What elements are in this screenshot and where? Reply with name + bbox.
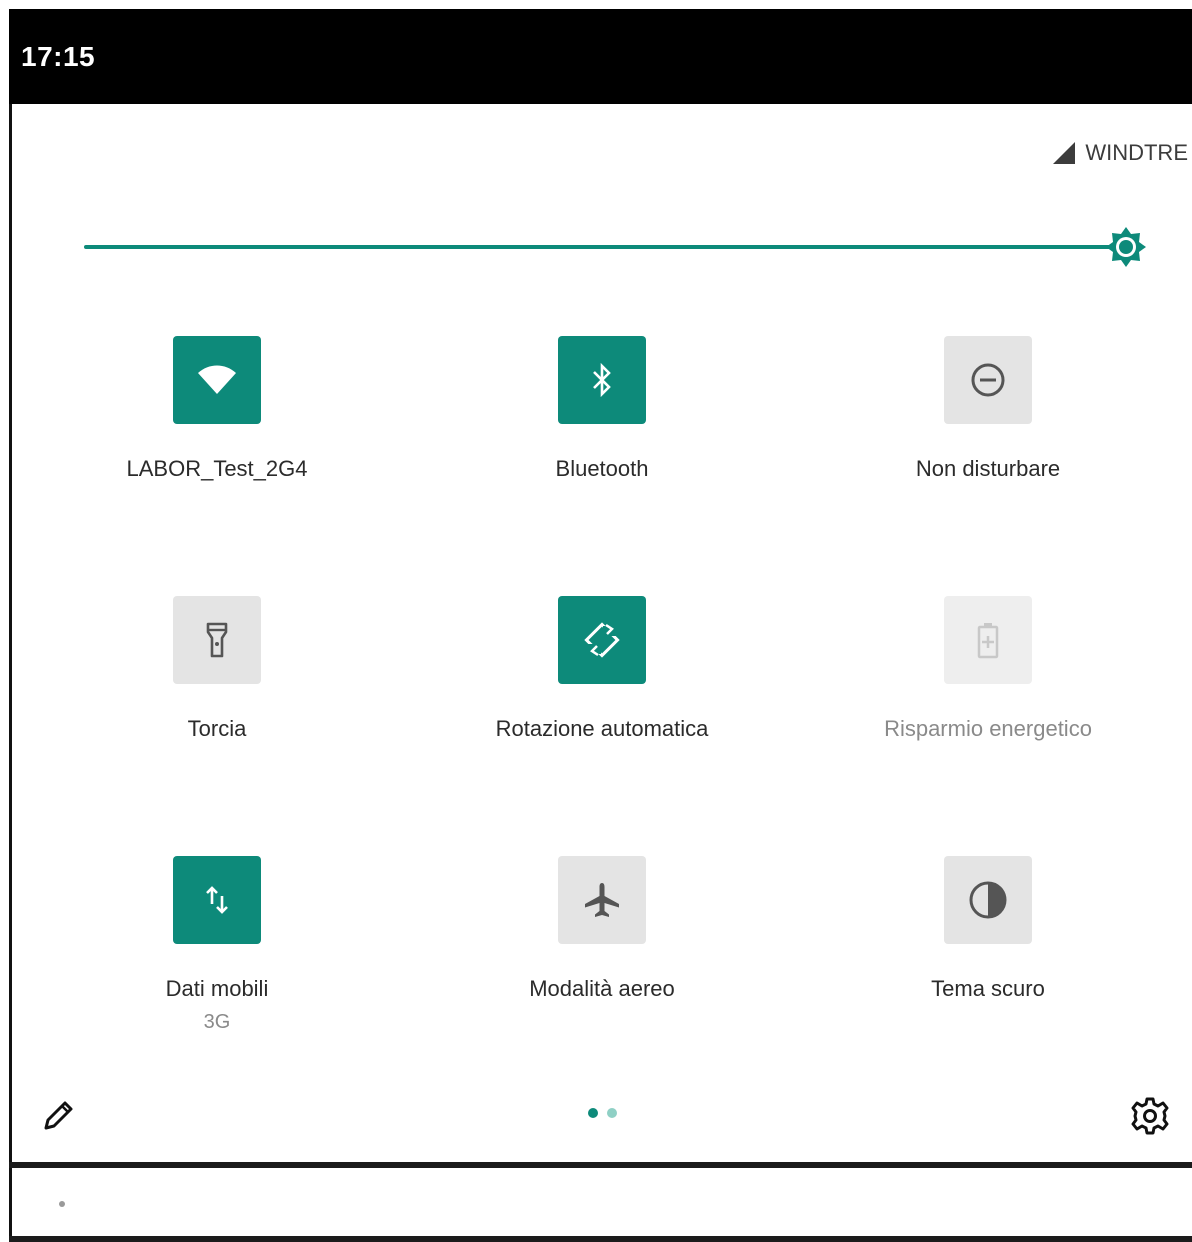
page-indicator [588,1108,617,1118]
tile-wifi-button[interactable] [173,336,261,424]
tile-wifi-label: LABOR_Test_2G4 [126,456,308,481]
page-dot [607,1108,617,1118]
tile-bluetooth[interactable]: Bluetooth [412,336,792,556]
tile-do-not-disturb-label: Non disturbare [915,456,1061,481]
mobile-data-icon [206,886,228,914]
cellular-signal-icon [1053,142,1076,164]
notification-area [12,1168,1192,1236]
tile-do-not-disturb-button[interactable] [944,336,1032,424]
auto-rotate-icon [584,622,620,658]
tile-bluetooth-button[interactable] [558,336,646,424]
tile-dark-theme-button[interactable] [944,856,1032,944]
quick-settings-screen: 17:15 WINDTRE LABOR_Test_2G4 Bluetooth N… [0,0,1192,1242]
status-bar: 17:15 [9,9,1192,104]
brightness-track[interactable] [84,245,1126,249]
tile-flashlight-button[interactable] [173,596,261,684]
tile-dark-theme[interactable]: Tema scuro [798,856,1178,1076]
tile-auto-rotate-label: Rotazione automatica [495,716,709,741]
bottom-edge [9,1236,1192,1242]
tile-airplane-mode[interactable]: Modalità aereo [412,856,792,1076]
dark-theme-icon [969,881,1007,919]
tile-auto-rotate-button[interactable] [558,596,646,684]
airplane-icon [585,883,619,917]
tile-airplane-mode-label: Modalità aereo [529,976,675,1001]
tile-auto-rotate[interactable]: Rotazione automatica [412,596,792,816]
status-time: 17:15 [21,41,96,72]
tile-dark-theme-label: Tema scuro [931,976,1045,1001]
tile-mobile-data[interactable]: Dati mobili 3G [27,856,407,1076]
flashlight-icon [206,622,228,658]
tile-bluetooth-label: Bluetooth [555,456,649,481]
tile-do-not-disturb[interactable]: Non disturbare [798,336,1178,556]
tile-flashlight[interactable]: Torcia [27,596,407,816]
bluetooth-icon [593,362,611,398]
carrier-info: WINDTRE [1051,140,1188,166]
tile-mobile-data-button[interactable] [173,856,261,944]
brightness-slider[interactable] [84,225,1154,269]
carrier-name: WINDTRE [1085,140,1188,165]
page-dot-active [588,1108,598,1118]
tile-flashlight-label: Torcia [187,716,247,741]
tile-mobile-data-label: Dati mobili [165,976,269,1001]
battery-saver-icon [977,623,999,659]
tile-battery-saver-button [944,596,1032,684]
tile-mobile-data-network: 3G [203,1011,231,1033]
tile-battery-saver-label: Risparmio energetico [884,716,1092,741]
tile-wifi[interactable]: LABOR_Test_2G4 [27,336,407,556]
do-not-disturb-icon [971,363,1005,397]
settings-gear-icon[interactable] [1130,1096,1170,1136]
edit-pencil-icon[interactable] [40,1098,76,1134]
notification-overflow-dot [59,1201,65,1207]
brightness-icon[interactable] [1104,225,1148,269]
tile-battery-saver: Risparmio energetico [798,596,1178,816]
tile-airplane-mode-button[interactable] [558,856,646,944]
wifi-icon [198,365,236,394]
